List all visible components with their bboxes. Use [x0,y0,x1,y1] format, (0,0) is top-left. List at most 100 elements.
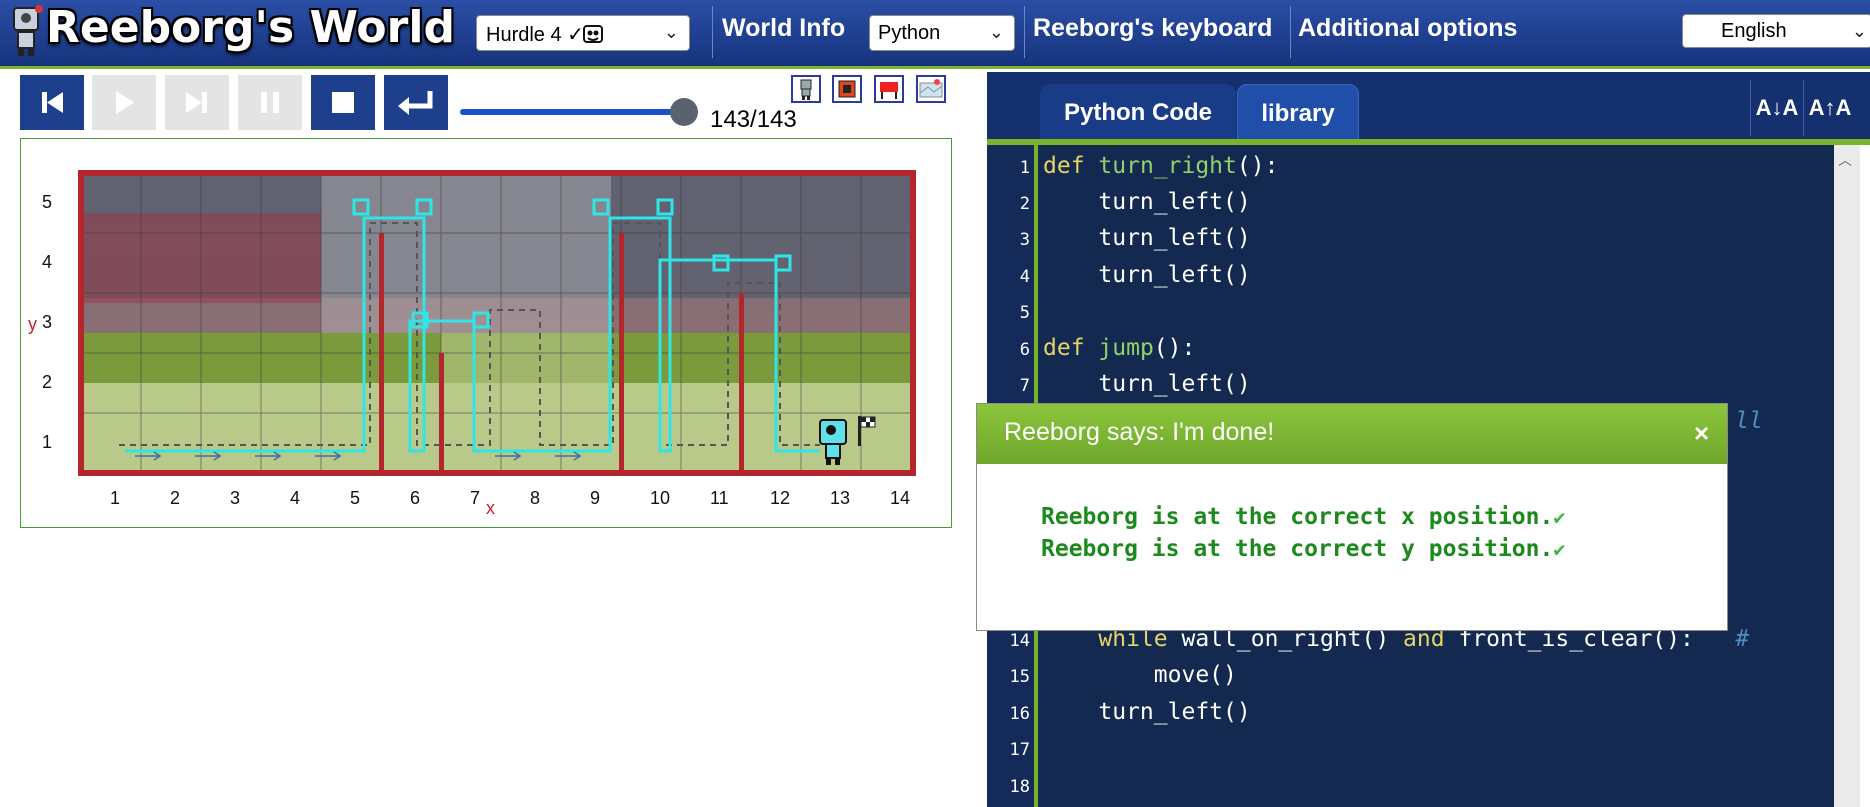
line-number: 1 [1019,158,1030,178]
line-number: 17 [1009,740,1030,760]
x-tick-label: 13 [830,488,851,508]
line-number: 3 [1019,230,1030,250]
chevron-down-icon: ⌄ [988,22,1004,42]
line-number: 6 [1019,340,1030,360]
pause-button[interactable] [238,75,302,130]
skip-back-icon [42,92,63,113]
x-tick-label: 14 [890,488,911,508]
y-tick-label: 1 [42,432,53,452]
line-number: 5 [1019,303,1030,323]
message-y-position: Reeborg is at the correct y position. [1041,536,1554,562]
reeborg-logo-icon [13,5,43,56]
x-tick-label: 11 [710,488,729,508]
landscape-icon [919,79,943,98]
background-view-button[interactable] [916,75,946,103]
code-line[interactable]: turn_left() [1043,189,1250,215]
step-button[interactable] [165,75,229,130]
return-button[interactable] [384,75,448,130]
line-number: 14 [1009,631,1030,651]
check-icon: ✔ [1553,537,1566,561]
reeborg-done-dialog: Reeborg says: I'm done! × Reeborg is at … [976,403,1728,631]
stop-icon [332,92,354,113]
code-line[interactable]: def turn_right(): [1043,153,1278,179]
code-line[interactable]: def jump(): [1043,335,1195,361]
x-tick-label: 2 [170,488,181,508]
editor-scrollbar[interactable] [1834,145,1860,807]
flag-icon [880,82,898,99]
speed-slider-track[interactable] [460,109,684,115]
ui-language-select[interactable]: English ⌄ [1682,14,1870,48]
dialog-message: Reeborg is at the correct x position.✔ [1041,504,1565,530]
x-tick-label: 12 [770,488,791,508]
tab-library[interactable]: library [1237,84,1359,142]
line-number: 4 [1019,267,1030,287]
app-title: Reeborg's World [46,2,455,53]
objects-view-button[interactable] [874,75,904,103]
scroll-up-icon[interactable]: ︿ [1838,150,1852,170]
pause-icon [261,92,279,113]
top-navigation-bar: Reeborg's World Hurdle 4 ✓ ⌄ World Info … [0,0,1870,69]
x-tick-label: 6 [410,488,421,508]
language-select-value: Python [878,22,941,44]
code-line[interactable]: move() [1043,662,1237,688]
line-number: 18 [1009,777,1030,797]
tab-python-code[interactable]: Python Code [1040,84,1236,142]
code-comment-fragment: ll [1735,408,1763,434]
play-icon [116,91,134,114]
chevron-down-icon: ⌄ [663,22,679,42]
y-tick-label: 3 [42,312,53,332]
divider [712,6,713,58]
additional-options-button[interactable]: Additional options [1298,14,1517,43]
stop-button[interactable] [311,75,375,130]
reeborg-keyboard-button[interactable]: Reeborg's keyboard [1033,14,1272,43]
x-tick-label: 8 [530,488,541,508]
y-tick-label: 2 [42,372,53,392]
font-increase-button[interactable]: A↑A [1803,80,1856,136]
x-tick-label: 7 [470,488,481,508]
message-x-position: Reeborg is at the correct x position. [1041,504,1554,530]
x-axis-title: x [486,498,495,518]
y-tick-label: 5 [42,192,53,212]
code-line[interactable]: turn_left() [1043,699,1250,725]
world-select-value: Hurdle 4 ✓ [486,24,584,46]
code-line[interactable]: turn_left() [1043,262,1250,288]
dialog-message: Reeborg is at the correct y position.✔ [1041,536,1565,562]
step-counter: 143/143 [710,106,797,133]
language-select[interactable]: Python ⌄ [869,15,1015,51]
close-button[interactable]: × [1694,418,1709,449]
world-canvas[interactable] [20,138,952,528]
font-decrease-button[interactable]: A↓A [1750,80,1803,136]
run-button[interactable] [92,75,156,130]
x-tick-label: 10 [650,488,671,508]
y-axis-title: y [28,314,37,334]
divider [1024,6,1025,58]
step-forward-icon [186,92,207,113]
x-tick-label: 4 [290,488,301,508]
world-status-icon [583,25,603,43]
x-tick-label: 3 [230,488,241,508]
line-number: 16 [1009,704,1030,724]
line-number: 15 [1009,667,1030,687]
code-line[interactable]: turn_left() [1043,371,1250,397]
check-icon: ✔ [1553,505,1566,529]
y-tick-label: 4 [42,252,53,272]
x-tick-label: 1 [110,488,121,508]
line-number: 2 [1019,194,1030,214]
reload-button[interactable] [20,75,84,130]
divider [1290,6,1291,58]
x-tick-label: 5 [350,488,361,508]
chevron-down-icon: ⌄ [1851,21,1867,41]
walls-view-button[interactable] [832,75,862,103]
world-info-button[interactable]: World Info [722,14,845,43]
x-tick-label: 9 [590,488,601,508]
speed-slider-thumb[interactable] [670,98,698,126]
dialog-header: Reeborg says: I'm done! × [977,404,1727,464]
robot-icon [800,79,812,100]
ui-language-select-value: English [1721,20,1787,42]
world-select[interactable]: Hurdle 4 ✓ ⌄ [476,15,690,51]
code-line[interactable]: turn_left() [1043,225,1250,251]
robot-view-button[interactable] [791,75,821,103]
wall-tile-icon [838,80,856,98]
line-number: 7 [1019,376,1030,396]
return-arrow-icon [398,91,433,115]
